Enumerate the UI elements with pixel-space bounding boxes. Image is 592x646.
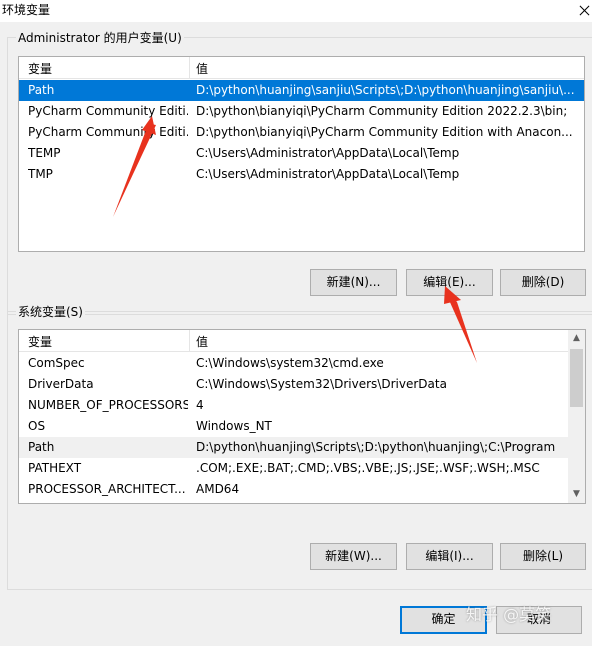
variable-value: D:\python\huanjing\sanjiu\Scripts\;D:\py… — [196, 83, 575, 97]
table-row[interactable]: PROCESSOR_ARCHITECT... AMD64 — [19, 479, 568, 500]
table-row[interactable]: DriverData C:\Windows\System32\Drivers\D… — [19, 374, 568, 395]
column-header-variable[interactable]: 变量 — [28, 60, 52, 77]
table-row[interactable]: TMP C:\Users\Administrator\AppData\Local… — [19, 164, 584, 185]
variable-name: TEMP — [28, 146, 61, 160]
user-variables-rows: Path D:\python\huanjing\sanjiu\Scripts\;… — [19, 80, 584, 185]
table-row[interactable]: ComSpec C:\Windows\system32\cmd.exe — [19, 353, 568, 374]
column-header-value[interactable]: 值 — [196, 60, 208, 77]
user-variables-list[interactable]: 变量 值 Path D:\python\huanjing\sanjiu\Scri… — [18, 56, 585, 252]
table-row[interactable]: Path D:\python\huanjing\sanjiu\Scripts\;… — [19, 80, 584, 101]
user-edit-button[interactable]: 编辑(E)... — [406, 269, 493, 296]
variable-value: D:\python\huanjing\Scripts\;D:\python\hu… — [196, 440, 560, 454]
title-bar: 环境变量 — [0, 0, 592, 22]
variable-value: Windows_NT — [196, 419, 272, 433]
scroll-up-arrow-icon[interactable]: ▲ — [568, 330, 585, 347]
window-title: 环境变量 — [2, 3, 51, 17]
variable-name: TMP — [28, 167, 53, 181]
close-icon[interactable] — [578, 0, 592, 22]
watermark: 知乎 @莫笑 — [466, 605, 552, 624]
variable-name: Path — [28, 440, 55, 454]
user-delete-button[interactable]: 删除(D) — [500, 269, 586, 296]
user-new-button[interactable]: 新建(N)... — [310, 269, 397, 296]
system-variables-rows: ComSpec C:\Windows\system32\cmd.exe Driv… — [19, 353, 568, 500]
column-header-variable[interactable]: 变量 — [28, 333, 52, 350]
table-row[interactable]: PATHEXT .COM;.EXE;.BAT;.CMD;.VBS;.VBE;.J… — [19, 458, 568, 479]
variable-name: ComSpec — [28, 356, 85, 370]
system-edit-button[interactable]: 编辑(I)... — [406, 543, 493, 570]
column-header-value[interactable]: 值 — [196, 333, 208, 350]
variable-value: 4 — [196, 398, 204, 412]
variable-value: AMD64 — [196, 482, 240, 496]
variable-value: C:\Users\Administrator\AppData\Local\Tem… — [196, 146, 460, 160]
variable-name: Path — [28, 83, 55, 97]
variable-value: D:\python\bianyiqi\PyCharm Community Edi… — [196, 104, 568, 118]
variable-name: NUMBER_OF_PROCESSORS — [28, 398, 188, 412]
scrollbar-thumb[interactable] — [570, 349, 583, 407]
system-variables-list[interactable]: 变量 值 ComSpec C:\Windows\system32\cmd.exe… — [18, 329, 586, 504]
system-variables-label: 系统变量(S) — [16, 303, 85, 320]
variable-name: OS — [28, 419, 46, 433]
column-divider[interactable] — [189, 330, 190, 352]
variable-name: DriverData — [28, 377, 94, 391]
table-row[interactable]: PyCharm Community Editi... D:\python\bia… — [19, 122, 584, 143]
variable-name: PyCharm Community Editi... — [28, 104, 188, 118]
user-variables-label: Administrator 的用户变量(U) — [16, 29, 184, 46]
list-header: 变量 值 — [19, 330, 585, 352]
variable-value: C:\Windows\System32\Drivers\DriverData — [196, 377, 447, 391]
table-row[interactable]: Path D:\python\huanjing\Scripts\;D:\pyth… — [19, 437, 568, 458]
variable-value: C:\Users\Administrator\AppData\Local\Tem… — [196, 167, 460, 181]
table-row[interactable]: TEMP C:\Users\Administrator\AppData\Loca… — [19, 143, 584, 164]
variable-name: PATHEXT — [28, 461, 82, 475]
scroll-down-arrow-icon[interactable]: ▼ — [568, 486, 585, 503]
list-header: 变量 值 — [19, 57, 584, 79]
variable-name: PROCESSOR_ARCHITECT... — [28, 482, 186, 496]
table-row[interactable]: OS Windows_NT — [19, 416, 568, 437]
system-new-button[interactable]: 新建(W)... — [310, 543, 397, 570]
variable-name: PyCharm Community Editi... — [28, 125, 188, 139]
system-delete-button[interactable]: 删除(L) — [500, 543, 586, 570]
variable-value: .COM;.EXE;.BAT;.CMD;.VBS;.VBE;.JS;.JSE;.… — [196, 461, 540, 475]
table-row[interactable]: PyCharm Community Editi... D:\python\bia… — [19, 101, 584, 122]
variable-value: C:\Windows\system32\cmd.exe — [196, 356, 384, 370]
variable-value: D:\python\bianyiqi\PyCharm Community Edi… — [196, 125, 573, 139]
vertical-scrollbar[interactable]: ▲ ▼ — [568, 330, 585, 503]
table-row[interactable]: NUMBER_OF_PROCESSORS 4 — [19, 395, 568, 416]
column-divider[interactable] — [189, 57, 190, 79]
